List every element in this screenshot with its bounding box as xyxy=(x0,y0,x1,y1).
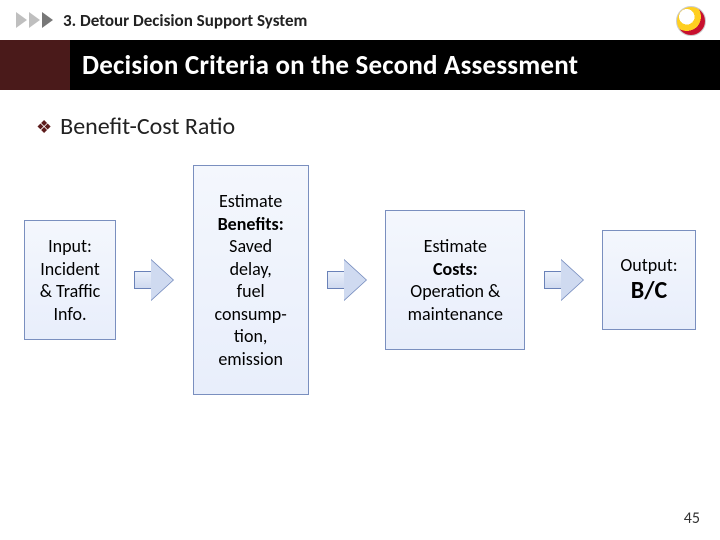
chevron-icon xyxy=(16,12,27,28)
node-text: Info. xyxy=(31,303,109,326)
chevron-icon-group xyxy=(16,12,53,28)
university-logo-icon xyxy=(676,6,706,36)
arrow-icon xyxy=(327,260,367,300)
flow-node-benefits: Estimate Benefits: Saved delay, fuel con… xyxy=(193,165,309,395)
flow-node-output: Output: B/C xyxy=(602,230,696,330)
node-text: emission xyxy=(200,348,302,371)
bullet-row: ❖ Benefit-Cost Ratio xyxy=(36,112,720,141)
bullet-text: Benefit-Cost Ratio xyxy=(60,112,235,141)
arrow-icon xyxy=(134,260,174,300)
node-text: consump- xyxy=(200,303,302,326)
node-text: maintenance xyxy=(392,303,518,326)
node-text: Incident xyxy=(31,258,109,281)
node-text: Input: xyxy=(31,235,109,258)
slide-header: 3. Detour Decision Support System xyxy=(0,0,720,36)
arrow-icon xyxy=(544,260,584,300)
node-text: Operation & xyxy=(392,280,518,303)
node-text: & Traffic xyxy=(31,280,109,303)
chevron-icon xyxy=(42,12,53,28)
node-text: Saved xyxy=(200,235,302,258)
diamond-bullet-icon: ❖ xyxy=(36,116,52,138)
node-text: B/C xyxy=(609,276,689,306)
node-text: delay, xyxy=(200,258,302,281)
section-label: 3. Detour Decision Support System xyxy=(63,10,307,31)
chevron-icon xyxy=(29,12,40,28)
node-text: Estimate xyxy=(392,235,518,258)
page-number: 45 xyxy=(684,509,700,528)
slide-title: Decision Criteria on the Second Assessme… xyxy=(70,40,720,90)
flow-node-input: Input: Incident & Traffic Info. xyxy=(24,220,116,340)
title-accent xyxy=(0,40,70,90)
node-text: tion, xyxy=(200,325,302,348)
node-text: Costs: xyxy=(392,258,518,281)
node-text: fuel xyxy=(200,280,302,303)
flow-diagram: Input: Incident & Traffic Info. Estimate… xyxy=(0,141,720,395)
node-text: Benefits: xyxy=(200,213,302,236)
flow-node-costs: Estimate Costs: Operation & maintenance xyxy=(385,210,525,350)
node-text: Estimate xyxy=(200,190,302,213)
node-text: Output: xyxy=(609,254,689,277)
title-bar: Decision Criteria on the Second Assessme… xyxy=(0,40,720,90)
